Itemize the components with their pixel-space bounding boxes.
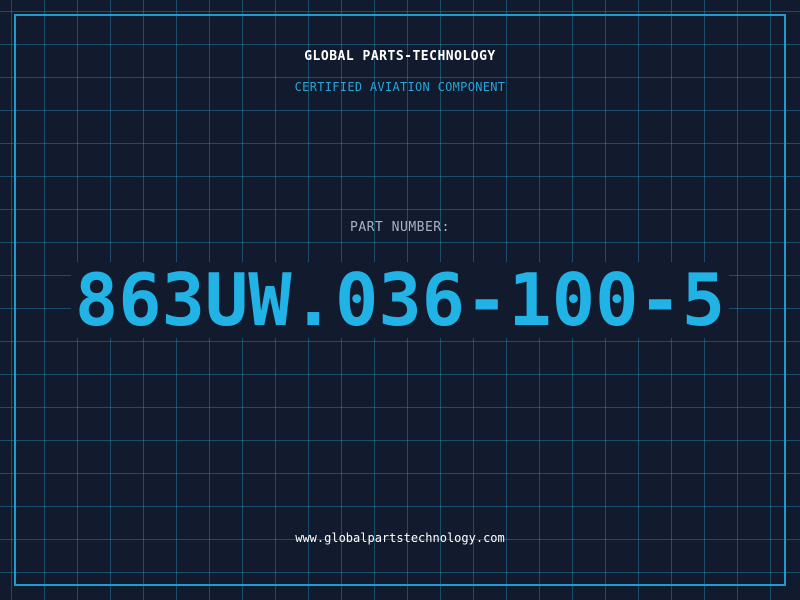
part-number-container: 863UW.036-100-5 xyxy=(0,262,800,338)
part-number-label: PART NUMBER: xyxy=(350,220,450,235)
certification-tagline: CERTIFIED AVIATION COMPONENT xyxy=(294,80,506,94)
part-card: GLOBAL PARTS-TECHNOLOGY CERTIFIED AVIATI… xyxy=(0,0,800,600)
website-url: www.globalpartstechnology.com xyxy=(295,531,505,545)
part-number-value: 863UW.036-100-5 xyxy=(70,262,730,338)
company-name: GLOBAL PARTS-TECHNOLOGY xyxy=(304,49,496,64)
